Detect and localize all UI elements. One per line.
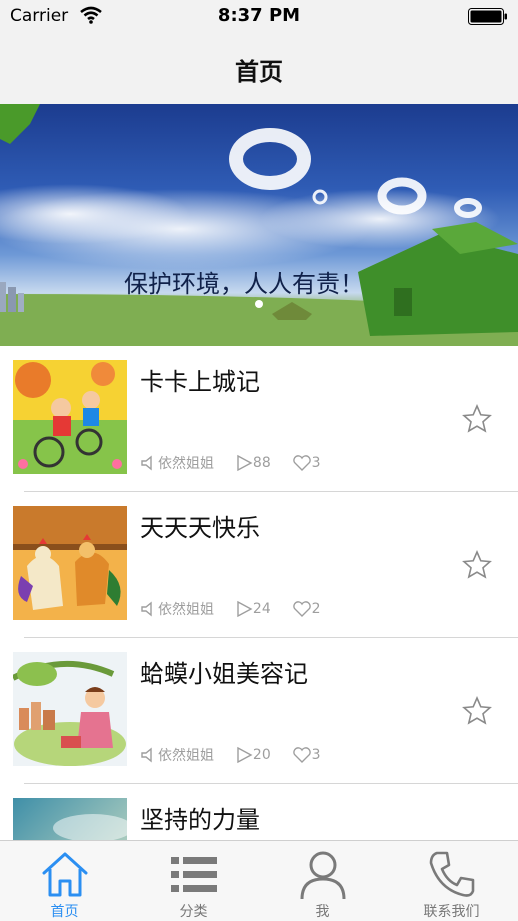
story-list[interactable]: 卡卡上城记 依然姐姐 88 3 天天天快乐 依然姐姐 24 2 蛤蟆小姐美容记 … — [0, 346, 518, 840]
heart-icon — [292, 746, 312, 764]
tab-contact[interactable]: 联系我们 — [387, 841, 516, 921]
story-author: 依然姐姐 — [158, 456, 214, 472]
page-dot[interactable] — [255, 300, 263, 308]
like-count: 3 — [311, 747, 321, 763]
story-thumbnail — [13, 652, 127, 766]
girl-picnic-illustration-icon — [13, 652, 127, 766]
play-count: 88 — [252, 455, 271, 471]
speaker-icon — [140, 454, 158, 472]
play-icon — [235, 454, 253, 472]
play-count: 20 — [252, 747, 271, 763]
favorite-star-icon[interactable] — [462, 404, 492, 434]
play-count: 24 — [252, 601, 271, 617]
like-count: 3 — [311, 455, 321, 471]
list-item[interactable]: 卡卡上城记 依然姐姐 88 3 — [0, 346, 518, 492]
home-icon — [42, 852, 88, 897]
story-title: 坚持的力量 — [140, 806, 260, 834]
person-icon — [300, 851, 346, 899]
list-icon — [171, 857, 217, 892]
story-title: 卡卡上城记 — [140, 368, 260, 396]
page-title: 首页 — [235, 58, 283, 86]
banner-carousel[interactable]: 保护环境，人人有责！ — [0, 104, 518, 346]
story-thumbnail — [13, 798, 127, 840]
favorite-star-icon[interactable] — [462, 696, 492, 726]
heart-icon — [292, 600, 312, 618]
story-thumbnail — [13, 506, 127, 620]
story-author: 依然姐姐 — [158, 748, 214, 764]
status-bar: Carrier 8:37 PM — [0, 0, 518, 34]
story-title: 蛤蟆小姐美容记 — [140, 660, 308, 688]
tab-home[interactable]: 首页 — [0, 841, 129, 921]
heart-icon — [292, 454, 312, 472]
tab-label: 联系我们 — [423, 904, 480, 920]
phone-icon — [429, 851, 475, 897]
story-author: 依然姐姐 — [158, 602, 214, 618]
story-thumbnail — [13, 360, 127, 474]
tab-label: 我 — [315, 904, 330, 920]
story-meta: 依然姐姐 88 3 — [140, 453, 321, 473]
navigation-bar: 首页 — [0, 34, 518, 104]
tab-label: 首页 — [50, 904, 79, 920]
list-item[interactable]: 蛤蟆小姐美容记 依然姐姐 20 3 — [0, 638, 518, 784]
like-count: 2 — [311, 601, 321, 617]
play-icon — [235, 746, 253, 764]
kids-cycling-illustration-icon — [13, 360, 127, 474]
tab-label: 分类 — [179, 904, 208, 920]
tab-bar: 首页 分类 我 联系我们 — [0, 840, 518, 921]
list-item[interactable]: 天天天快乐 依然姐姐 24 2 — [0, 492, 518, 638]
clock: 8:37 PM — [217, 5, 301, 26]
sky-landscape-photo-icon — [13, 798, 127, 840]
speaker-icon — [140, 600, 158, 618]
page-indicator[interactable] — [0, 293, 518, 312]
list-item[interactable]: 坚持的力量 — [0, 784, 518, 840]
tab-category[interactable]: 分类 — [129, 841, 258, 921]
play-icon — [235, 600, 253, 618]
speaker-icon — [140, 746, 158, 764]
tab-me[interactable]: 我 — [258, 841, 387, 921]
story-title: 天天天快乐 — [140, 514, 260, 542]
story-meta: 依然姐姐 20 3 — [140, 745, 321, 765]
roosters-illustration-icon — [13, 506, 127, 620]
favorite-star-icon[interactable] — [462, 550, 492, 580]
story-meta: 依然姐姐 24 2 — [140, 599, 321, 619]
battery-icon — [468, 8, 507, 25]
